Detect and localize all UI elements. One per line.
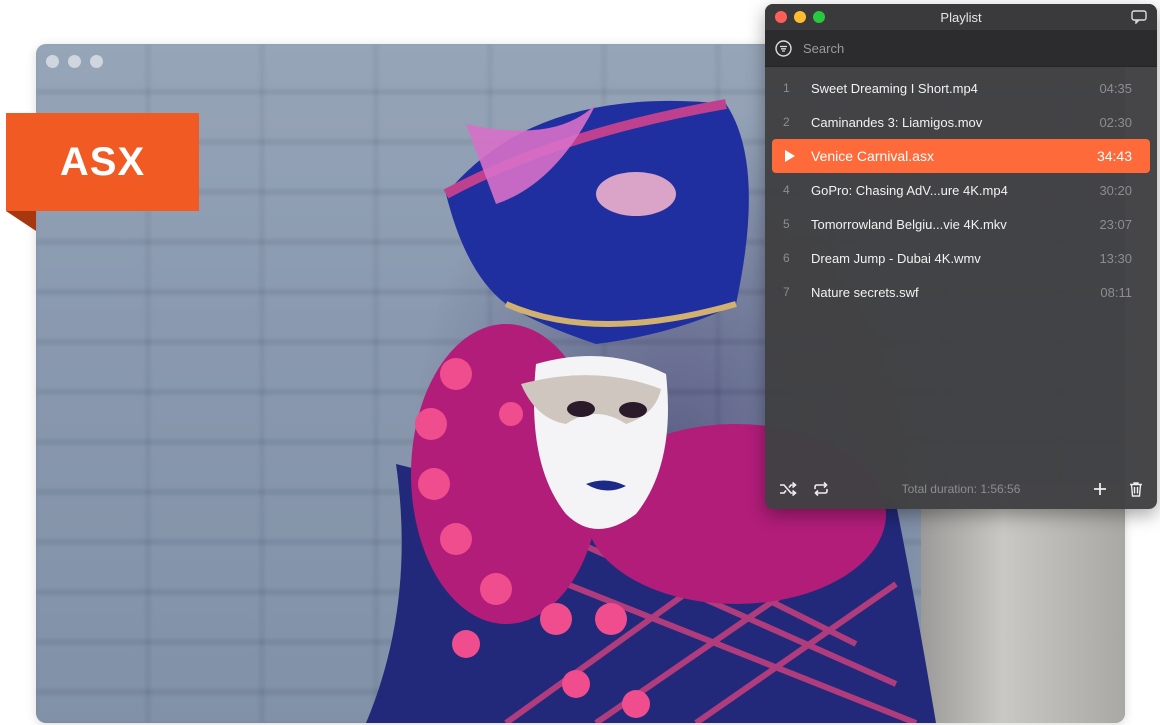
row-index: 7	[783, 285, 790, 299]
row-index: 2	[783, 115, 790, 129]
playlist-row-playing[interactable]: Venice Carnival.asx 34:43	[772, 139, 1150, 173]
play-icon	[772, 150, 811, 162]
window-dot[interactable]	[90, 55, 103, 68]
list-icon[interactable]	[775, 39, 792, 57]
search-input[interactable]	[801, 39, 1105, 57]
playlist-list: 1 Sweet Dreaming I Short.mp4 04:35 2 Cam…	[765, 67, 1157, 309]
row-index: 5	[783, 217, 790, 231]
add-icon[interactable]	[1091, 481, 1109, 497]
format-badge-label: ASX	[59, 139, 146, 184]
traffic-lights	[775, 11, 825, 23]
row-title: Venice Carnival.asx	[811, 148, 934, 164]
row-duration: 30:20	[1099, 182, 1132, 198]
row-duration: 04:35	[1099, 80, 1132, 96]
row-index: 6	[783, 251, 790, 265]
window-dot[interactable]	[68, 55, 81, 68]
row-title: GoPro: Chasing AdV...ure 4K.mp4	[811, 182, 1008, 198]
playlist-row[interactable]: 7 Nature secrets.swf 08:11	[772, 275, 1150, 309]
window-controls	[46, 55, 103, 68]
playlist-footer: Total duration: 1:56:56	[765, 469, 1157, 509]
zoom-button[interactable]	[813, 11, 825, 23]
row-index: 4	[783, 183, 790, 197]
playlist-title: Playlist	[940, 9, 982, 25]
close-button[interactable]	[775, 11, 787, 23]
row-duration: 34:43	[1096, 148, 1132, 164]
minimize-button[interactable]	[794, 11, 806, 23]
row-title: Dream Jump - Dubai 4K.wmv	[811, 250, 981, 266]
row-duration: 08:11	[1100, 284, 1132, 300]
playlist-row[interactable]: 4 GoPro: Chasing AdV...ure 4K.mp4 30:20	[772, 173, 1150, 207]
row-title: Sweet Dreaming I Short.mp4	[811, 80, 978, 96]
playlist-panel: Playlist 1 Sweet Dreaming I Short.mp4 04…	[765, 4, 1157, 509]
search-bar	[765, 30, 1157, 67]
playlist-titlebar: Playlist	[765, 4, 1157, 30]
badge-fold	[6, 211, 36, 231]
row-index: 1	[783, 81, 790, 95]
row-duration: 13:30	[1099, 250, 1132, 266]
row-duration: 02:30	[1099, 114, 1132, 130]
playlist-row[interactable]: 1 Sweet Dreaming I Short.mp4 04:35	[772, 71, 1150, 105]
trash-icon[interactable]	[1127, 481, 1145, 497]
row-title: Nature secrets.swf	[811, 284, 919, 300]
chat-icon[interactable]	[1131, 10, 1147, 24]
row-title: Tomorrowland Belgiu...vie 4K.mkv	[811, 216, 1007, 232]
window-dot[interactable]	[46, 55, 59, 68]
playlist-row[interactable]: 5 Tomorrowland Belgiu...vie 4K.mkv 23:07	[772, 207, 1150, 241]
format-badge: ASX	[6, 113, 199, 211]
row-duration: 23:07	[1099, 216, 1132, 232]
playlist-row[interactable]: 6 Dream Jump - Dubai 4K.wmv 13:30	[772, 241, 1150, 275]
row-title: Caminandes 3: Liamigos.mov	[811, 114, 983, 130]
playlist-row[interactable]: 2 Caminandes 3: Liamigos.mov 02:30	[772, 105, 1150, 139]
